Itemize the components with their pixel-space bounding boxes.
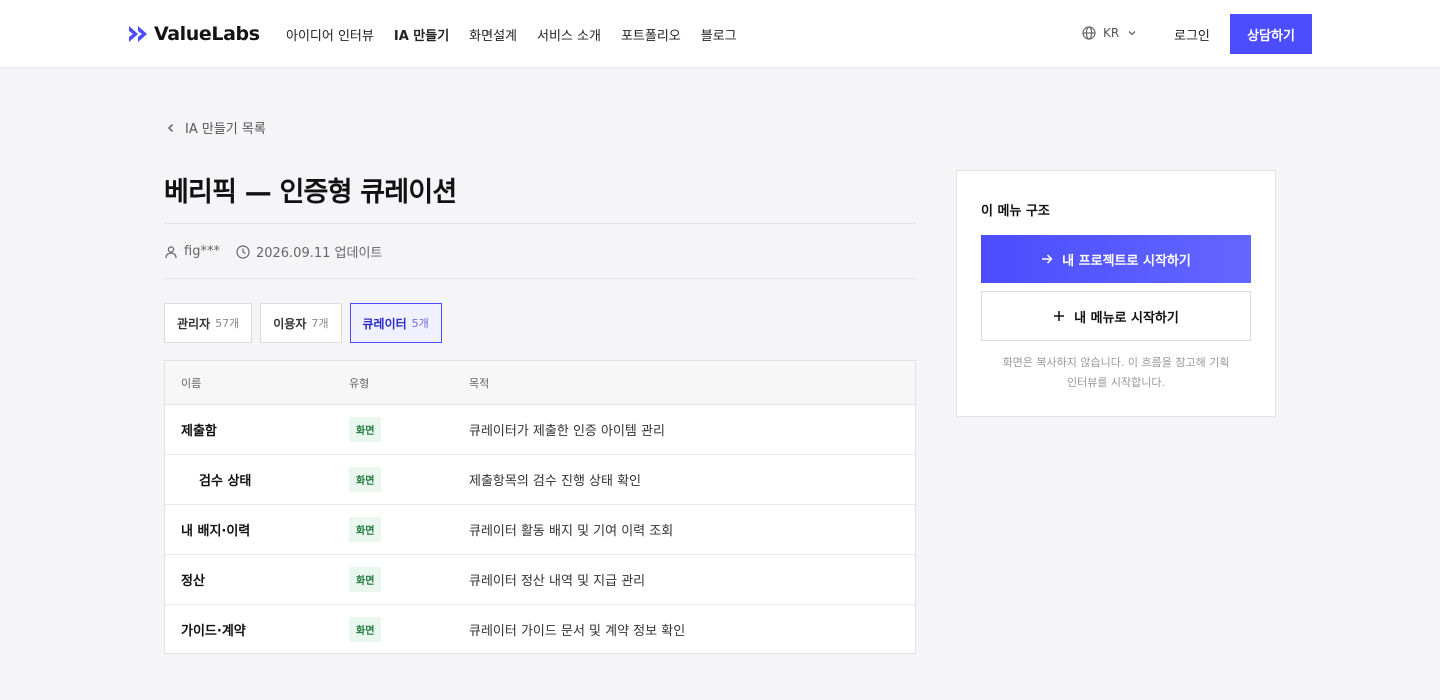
updated-date: 2026.09.11 업데이트 [255,246,383,261]
column-header-purpose: 목적 [469,376,490,390]
column-header-name: 이름 [181,376,202,390]
consult-button[interactable]: 상담하기 [1230,14,1312,54]
login-link[interactable]: 로그인 [1174,25,1210,44]
tab-user[interactable]: 이용자 7개 [260,303,342,343]
table-row[interactable]: 검수 상태 화면 제출항목의 검수 진행 상태 확인 [165,455,915,505]
meta-info: fig*** 2026.09.11 업데이트 [164,242,382,261]
panel-note: 화면은 복사하지 않습니다. 이 흐름을 참고해 기획 인터뷰를 시작합니다. [981,353,1251,393]
row-name: 검수 상태 [199,474,252,489]
type-badge: 화면 [349,616,382,642]
start-with-menu-label: 내 메뉴로 시작하기 [1074,310,1179,326]
menu-table: 이름 유형 목적 제출함 화면 큐레이터가 제출한 인증 아이템 관리 검수 상… [164,360,916,654]
table-row[interactable]: 내 배지·이력 화면 큐레이터 활동 배지 및 기여 이력 조회 [165,505,915,555]
type-badge: 화면 [349,467,382,492]
panel-title: 이 메뉴 구조 [981,204,1050,219]
logo-icon [129,26,147,42]
row-name: 내 배지·이력 [181,524,251,539]
arrow-right-icon [1042,254,1053,264]
divider [164,278,916,279]
tab-count: 5개 [411,317,429,330]
nav-blog[interactable]: 블로그 [701,25,737,44]
chevron-down-icon [1128,31,1136,36]
tab-count: 7개 [311,317,329,330]
main-nav: 아이디어 인터뷰 IA 만들기 화면설계 서비스 소개 포트폴리오 블로그 [286,25,757,44]
tab-label: 관리자 [177,316,211,331]
plus-icon [1054,311,1065,321]
tab-count: 57개 [215,317,240,330]
nav-portfolio[interactable]: 포트폴리오 [621,25,681,44]
start-with-project-button[interactable]: 내 프로젝트로 시작하기 [981,235,1251,283]
tab-label: 큐레이터 [362,316,407,331]
logo[interactable]: ValueLabs [128,22,260,46]
page-title: 베리픽 — 인증형 큐레이션 [164,177,457,208]
back-link[interactable]: IA 만들기 목록 [166,118,266,137]
tab-curator[interactable]: 큐레이터 5개 [349,303,442,343]
row-name: 정산 [181,574,205,589]
top-header: ValueLabs 아이디어 인터뷰 IA 만들기 화면설계 서비스 소개 포트… [0,0,1440,68]
row-name: 제출함 [181,424,217,439]
row-purpose: 큐레이터 활동 배지 및 기여 이력 조회 [469,524,674,539]
row-purpose: 큐레이터 가이드 문서 및 계약 정보 확인 [469,623,686,639]
panel-note-line-1: 화면은 복사하지 않습니다. 이 흐름을 참고해 기획 [1002,356,1230,369]
start-with-menu-button[interactable]: 내 메뉴로 시작하기 [981,291,1251,341]
author-name: fig*** [184,244,220,259]
logo-text: ValueLabs [154,23,260,45]
language-label: KR [1103,26,1120,40]
type-badge: 화면 [349,517,382,542]
nav-ia-builder[interactable]: IA 만들기 [394,25,449,44]
panel-note-line-2: 인터뷰를 시작합니다. [1066,376,1166,389]
row-name: 가이드·계약 [181,623,246,639]
clock-icon [236,244,250,259]
type-badge: 화면 [349,417,382,442]
user-icon [165,245,177,258]
type-badge: 화면 [349,567,382,592]
nav-service-intro[interactable]: 서비스 소개 [537,25,601,44]
row-purpose: 큐레이터가 제출한 인증 아이템 관리 [469,424,665,439]
tab-admin[interactable]: 관리자 57개 [164,303,253,343]
chevron-left-icon [168,123,173,132]
globe-icon [1082,26,1096,40]
table-header: 이름 유형 목적 [165,361,915,405]
table-row[interactable]: 가이드·계약 화면 큐레이터 가이드 문서 및 계약 정보 확인 [165,605,915,653]
language-selector[interactable]: KR [1082,26,1144,40]
nav-screen-design[interactable]: 화면설계 [469,25,517,44]
start-with-project-label: 내 프로젝트로 시작하기 [1062,253,1191,269]
row-purpose: 큐레이터 정산 내역 및 지급 관리 [469,574,646,589]
divider [164,223,916,224]
tab-label: 이용자 [273,316,307,331]
table-row[interactable]: 제출함 화면 큐레이터가 제출한 인증 아이템 관리 [165,405,915,455]
role-tabs: 관리자 57개 이용자 7개 큐레이터 5개 [164,303,450,343]
row-purpose: 제출항목의 검수 진행 상태 확인 [469,474,642,489]
menu-structure-panel: 이 메뉴 구조 내 프로젝트로 시작하기 내 메뉴로 시작하기 화면은 복사하지… [956,170,1276,417]
table-row[interactable]: 정산 화면 큐레이터 정산 내역 및 지급 관리 [165,555,915,605]
nav-idea-interview[interactable]: 아이디어 인터뷰 [286,25,374,44]
back-link-label: IA 만들기 목록 [185,122,266,137]
column-header-type: 유형 [349,376,370,390]
